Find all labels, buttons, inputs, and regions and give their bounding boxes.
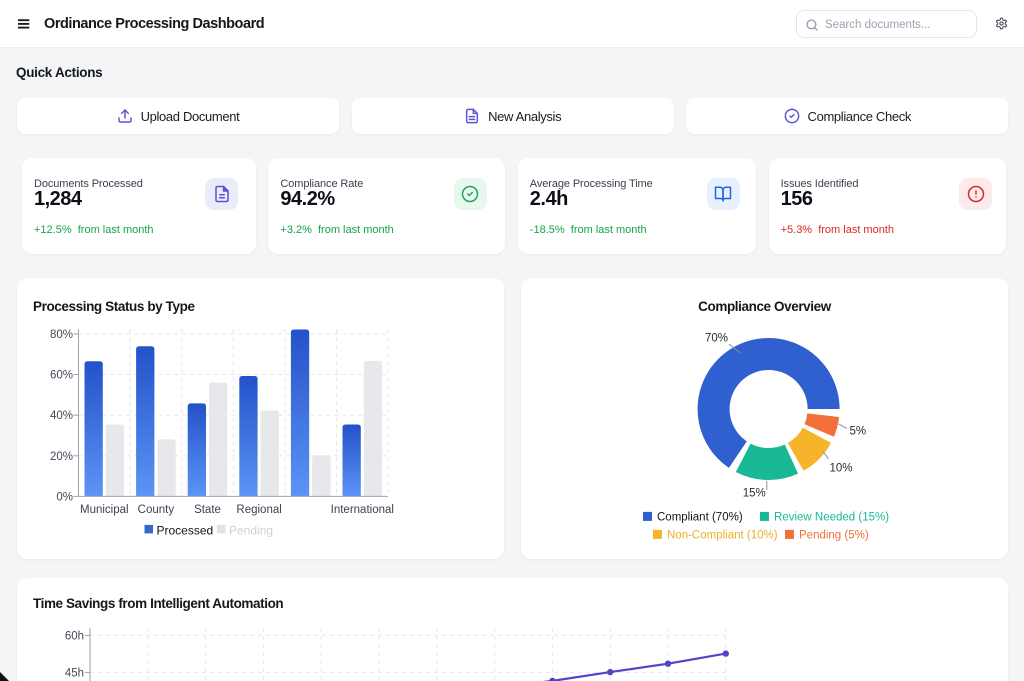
svg-text:Review Needed (15%): Review Needed (15%): [774, 511, 889, 523]
svg-text:Regional: Regional: [236, 504, 281, 516]
svg-text:Pending: Pending: [229, 523, 273, 537]
svg-text:15%: 15%: [743, 487, 766, 499]
svg-text:80%: 80%: [50, 328, 73, 340]
svg-text:10%: 10%: [830, 462, 853, 474]
svg-text:60h: 60h: [65, 630, 84, 642]
svg-text:60%: 60%: [50, 369, 73, 381]
svg-text:40%: 40%: [50, 410, 73, 422]
svg-text:County: County: [138, 504, 175, 516]
svg-text:Pending (5%): Pending (5%): [799, 529, 869, 541]
svg-text:0%: 0%: [56, 491, 73, 503]
svg-text:70%: 70%: [705, 332, 728, 344]
svg-text:International: International: [331, 504, 394, 516]
svg-text:Processed: Processed: [157, 523, 214, 537]
svg-text:State: State: [194, 504, 221, 516]
svg-text:Compliant (70%): Compliant (70%): [657, 511, 743, 523]
svg-text:5%: 5%: [850, 425, 867, 437]
svg-text:Non-Compliant (10%): Non-Compliant (10%): [667, 529, 778, 541]
svg-text:Municipal: Municipal: [80, 504, 129, 516]
svg-text:20%: 20%: [50, 450, 73, 462]
svg-text:45h: 45h: [65, 667, 84, 679]
